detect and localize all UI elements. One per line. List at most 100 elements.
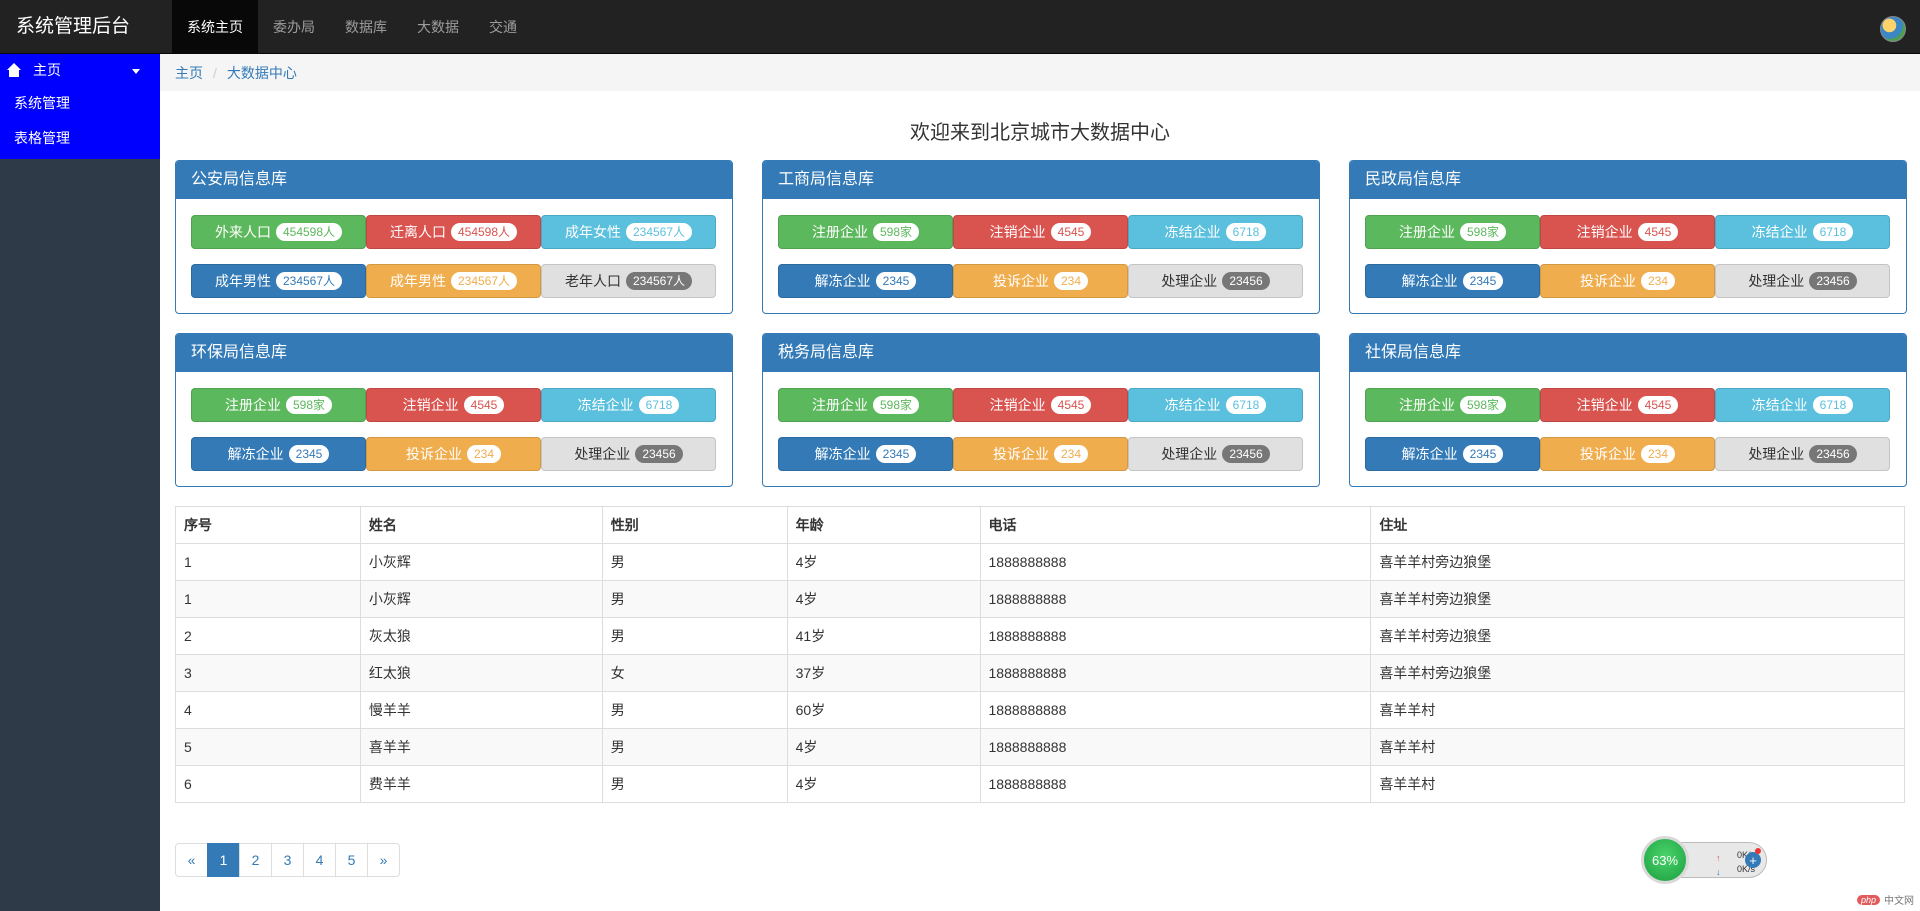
stat-button[interactable]: 注销企业 4545 — [953, 388, 1128, 422]
panel-button-grid: 注册企业 598家 注销企业 4545 冻结企业 6718 解冻企业 2345 投诉企业 234 处… — [778, 388, 1303, 471]
page-4[interactable]: 4 — [303, 843, 336, 877]
stat-button[interactable]: 冻结企业 6718 — [1715, 215, 1890, 249]
stat-badge: 234567人 — [625, 272, 693, 290]
stat-button[interactable]: 成年男性 234567人 — [366, 264, 541, 298]
home-icon — [6, 63, 22, 77]
page-5[interactable]: 5 — [335, 843, 368, 877]
stat-button[interactable]: 冻结企业 6718 — [1128, 388, 1303, 422]
stat-badge: 2345 — [1462, 272, 1504, 290]
stat-button[interactable]: 处理企业 23456 — [541, 437, 716, 471]
stat-button[interactable]: 注册企业 598家 — [1365, 215, 1540, 249]
table-row[interactable]: 3 红太狼女 37岁 1888888888 喜羊羊村旁边狼堡 — [175, 654, 1905, 692]
stat-button[interactable]: 处理企业 23456 — [1128, 264, 1303, 298]
watermark-logo: php — [1856, 894, 1880, 905]
stat-button[interactable]: 冻结企业 6718 — [541, 388, 716, 422]
memory-percent-ball[interactable]: 63% — [1641, 836, 1689, 884]
info-panel: 税务局信息库 注册企业 598家 注销企业 4545 冻结企业 6718 解冻企业 2345 投诉… — [762, 333, 1320, 487]
nav-item-4[interactable]: 交通 — [474, 0, 532, 53]
stat-button[interactable]: 注册企业 598家 — [778, 388, 953, 422]
table-row[interactable]: 4 慢羊羊男 60岁 1888888888 喜羊羊村 — [175, 691, 1905, 729]
table-row[interactable]: 1 小灰辉男 4岁 1888888888 喜羊羊村旁边狼堡 — [175, 543, 1905, 581]
stat-button[interactable]: 投诉企业 234 — [953, 437, 1128, 471]
table-cell: 1888888888 — [979, 617, 1372, 655]
stat-button[interactable]: 投诉企业 234 — [1540, 437, 1715, 471]
stat-button[interactable]: 投诉企业 234 — [1540, 264, 1715, 298]
user-avatar[interactable] — [1880, 16, 1906, 42]
table-header-cell: 年龄 — [786, 506, 981, 544]
stat-button[interactable]: 注册企业 598家 — [1365, 388, 1540, 422]
stat-button[interactable]: 注销企业 4545 — [366, 388, 541, 422]
table-cell: 小灰辉 — [359, 580, 603, 618]
stat-button[interactable]: 投诉企业 234 — [366, 437, 541, 471]
stat-button[interactable]: 成年男性 234567人 — [191, 264, 366, 298]
stat-button-label: 注册企业 — [811, 224, 868, 240]
table-row[interactable]: 2 灰太狼男 41岁 1888888888 喜羊羊村旁边狼堡 — [175, 617, 1905, 655]
table-header-cell: 序号 — [175, 506, 361, 544]
stat-button[interactable]: 注册企业 598家 — [191, 388, 366, 422]
stat-button[interactable]: 解冻企业 2345 — [1365, 437, 1540, 471]
stat-button-label: 处理企业 — [1161, 273, 1218, 289]
stat-button-label: 投诉企业 — [405, 446, 462, 462]
table-cell: 4 — [175, 691, 361, 729]
stat-button[interactable]: 注销企业 4545 — [1540, 388, 1715, 422]
page-prev[interactable]: « — [175, 843, 208, 877]
stat-button[interactable]: 注销企业 4545 — [953, 215, 1128, 249]
stat-badge: 234 — [1053, 272, 1089, 290]
table-cell: 喜羊羊村旁边狼堡 — [1370, 617, 1905, 655]
sidebar-item-table[interactable]: 表格管理 — [0, 121, 160, 156]
chevron-down-icon[interactable] — [132, 69, 140, 74]
stat-button[interactable]: 投诉企业 234 — [953, 264, 1128, 298]
stat-button[interactable]: 成年女性 234567人 — [541, 215, 716, 249]
breadcrumb-separator: / — [213, 64, 217, 81]
stat-button-label: 解冻企业 — [1401, 446, 1458, 462]
sidebar: 主页 系统管理 表格管理 — [0, 54, 160, 911]
stat-button-label: 注销企业 — [402, 397, 459, 413]
table-cell: 1888888888 — [979, 543, 1372, 581]
table-row[interactable]: 6 费羊羊男 4岁 1888888888 喜羊羊村 — [175, 765, 1905, 803]
stat-button[interactable]: 注册企业 598家 — [778, 215, 953, 249]
table-header-cell: 性别 — [601, 506, 788, 544]
stat-button[interactable]: 冻结企业 6718 — [1128, 215, 1303, 249]
breadcrumb-home[interactable]: 主页 — [175, 63, 203, 83]
data-table: 序号 姓名 性别 年龄 电话 住址 1 小灰辉男 4岁 1888888888 喜羊羊村旁边狼堡 1 小… — [175, 506, 1905, 803]
stat-button[interactable]: 老年人口 234567人 — [541, 264, 716, 298]
stat-button[interactable]: 注销企业 4545 — [1540, 215, 1715, 249]
stat-badge: 598家 — [1459, 223, 1507, 241]
stat-button[interactable]: 处理企业 23456 — [1715, 437, 1890, 471]
table-cell: 灰太狼 — [359, 617, 603, 655]
panel-button-grid: 外来人口 454598人 迁离人口 454598人 成年女性 234567人 成年男性 234… — [191, 215, 716, 298]
stat-button[interactable]: 处理企业 23456 — [1128, 437, 1303, 471]
stat-button[interactable]: 迁离人口 454598人 — [366, 215, 541, 249]
stat-button[interactable]: 解冻企业 2345 — [778, 264, 953, 298]
sidebar-item-system[interactable]: 系统管理 — [0, 86, 160, 121]
table-row[interactable]: 1 小灰辉男 4岁 1888888888 喜羊羊村旁边狼堡 — [175, 580, 1905, 618]
stat-button[interactable]: 解冻企业 2345 — [778, 437, 953, 471]
panel-title: 公安局信息库 — [176, 161, 732, 199]
nav-item-0[interactable]: 系统主页 — [172, 0, 258, 53]
plus-icon[interactable]: + — [1745, 852, 1761, 868]
stat-button[interactable]: 解冻企业 2345 — [1365, 264, 1540, 298]
nav-item-2[interactable]: 数据库 — [330, 0, 402, 53]
stat-button[interactable]: 处理企业 23456 — [1715, 264, 1890, 298]
nav-item-3[interactable]: 大数据 — [402, 0, 474, 53]
nav-item-1[interactable]: 委办局 — [258, 0, 330, 53]
stat-button-label: 处理企业 — [1748, 446, 1805, 462]
app-title[interactable]: 系统管理后台 — [0, 0, 172, 53]
table-cell: 男 — [601, 691, 788, 729]
table-cell: 喜羊羊村 — [1370, 691, 1905, 729]
stat-button-label: 投诉企业 — [992, 446, 1049, 462]
stat-button[interactable]: 外来人口 454598人 — [191, 215, 366, 249]
top-nav-menu: 系统主页 委办局 数据库 大数据 交通 — [172, 0, 532, 53]
stat-badge: 23456 — [1222, 272, 1270, 290]
network-speed-widget[interactable]: ↑ 0K/s ↓ 0K/s 63% + — [1641, 836, 1767, 884]
page-2[interactable]: 2 — [239, 843, 272, 877]
page-1[interactable]: 1 — [207, 843, 240, 877]
breadcrumb-current[interactable]: 大数据中心 — [227, 63, 297, 83]
table-row[interactable]: 5 喜羊羊男 4岁 1888888888 喜羊羊村 — [175, 728, 1905, 766]
stat-button[interactable]: 解冻企业 2345 — [191, 437, 366, 471]
page-3[interactable]: 3 — [271, 843, 304, 877]
stat-button[interactable]: 冻结企业 6718 — [1715, 388, 1890, 422]
page-next[interactable]: » — [367, 843, 400, 877]
table-cell: 喜羊羊村旁边狼堡 — [1370, 654, 1905, 692]
watermark: php 中文网 — [1856, 892, 1914, 907]
